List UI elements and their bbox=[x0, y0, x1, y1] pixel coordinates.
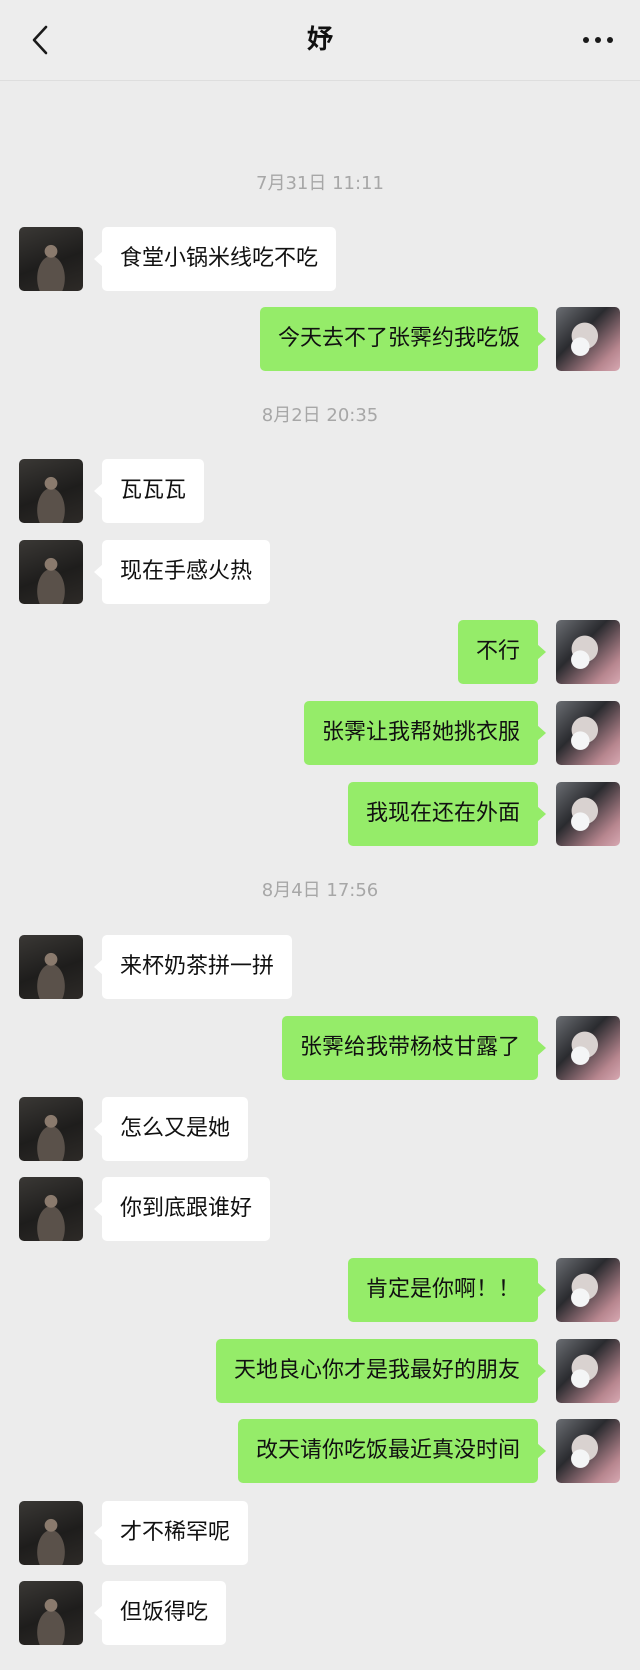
timestamp: 8月4日 17:56 bbox=[261, 880, 379, 901]
received-message-bubble[interactable]: 来杯奶茶拼一拼 bbox=[93, 935, 293, 999]
received-message-bubble[interactable]: 才不稀罕呢 bbox=[93, 1501, 249, 1565]
chat-title: 妤 bbox=[306, 25, 333, 55]
friend-avatar[interactable] bbox=[19, 540, 83, 604]
sent-message-bubble[interactable]: 改天请你吃饭最近真没时间 bbox=[237, 1419, 547, 1483]
friend-avatar[interactable] bbox=[19, 1177, 83, 1241]
message-list[interactable]: 7月31日 11:11 食堂小锅米线吃不吃今天去不了张霁约我吃饭 8月2日 20:3… bbox=[0, 81, 640, 1670]
received-message-bubble[interactable]: 现在手感火热 bbox=[93, 540, 271, 604]
friend-avatar[interactable] bbox=[19, 459, 83, 523]
friend-avatar[interactable] bbox=[19, 1097, 83, 1161]
friend-avatar[interactable] bbox=[19, 935, 83, 999]
sent-message-bubble[interactable]: 张霁给我带杨枝甘露了 bbox=[281, 1016, 547, 1080]
top-bar: 妤 bbox=[0, 0, 640, 81]
received-message-bubble[interactable]: 食堂小锅米线吃不吃 bbox=[93, 227, 337, 291]
my-avatar[interactable] bbox=[556, 1419, 620, 1483]
timestamp: 8月2日 20:35 bbox=[261, 405, 379, 426]
more-button[interactable] bbox=[576, 25, 620, 55]
received-message-bubble[interactable]: 但饭得吃 bbox=[93, 1581, 227, 1645]
more-dots-icon bbox=[583, 37, 613, 43]
sent-message-bubble[interactable]: 不行 bbox=[457, 620, 547, 684]
my-avatar[interactable] bbox=[556, 1339, 620, 1403]
sent-message-bubble[interactable]: 天地良心你才是我最好的朋友 bbox=[215, 1339, 547, 1403]
received-message-bubble[interactable]: 瓦瓦瓦 bbox=[93, 459, 205, 523]
received-message-bubble[interactable]: 你到底跟谁好 bbox=[93, 1177, 271, 1241]
my-avatar[interactable] bbox=[556, 1258, 620, 1322]
my-avatar[interactable] bbox=[556, 307, 620, 371]
my-avatar[interactable] bbox=[556, 1016, 620, 1080]
timestamp: 7月31日 11:11 bbox=[256, 173, 384, 194]
my-avatar[interactable] bbox=[556, 620, 620, 684]
my-avatar[interactable] bbox=[556, 701, 620, 765]
sent-message-bubble[interactable]: 肯定是你啊！！ bbox=[347, 1258, 547, 1322]
friend-avatar[interactable] bbox=[19, 227, 83, 291]
my-avatar[interactable] bbox=[556, 782, 620, 846]
sent-message-bubble[interactable]: 张霁让我帮她挑衣服 bbox=[303, 701, 547, 765]
friend-avatar[interactable] bbox=[19, 1581, 83, 1645]
sent-message-bubble[interactable]: 今天去不了张霁约我吃饭 bbox=[259, 307, 547, 371]
sent-message-bubble[interactable]: 我现在还在外面 bbox=[347, 782, 547, 846]
friend-avatar[interactable] bbox=[19, 1501, 83, 1565]
received-message-bubble[interactable]: 怎么又是她 bbox=[93, 1097, 249, 1161]
